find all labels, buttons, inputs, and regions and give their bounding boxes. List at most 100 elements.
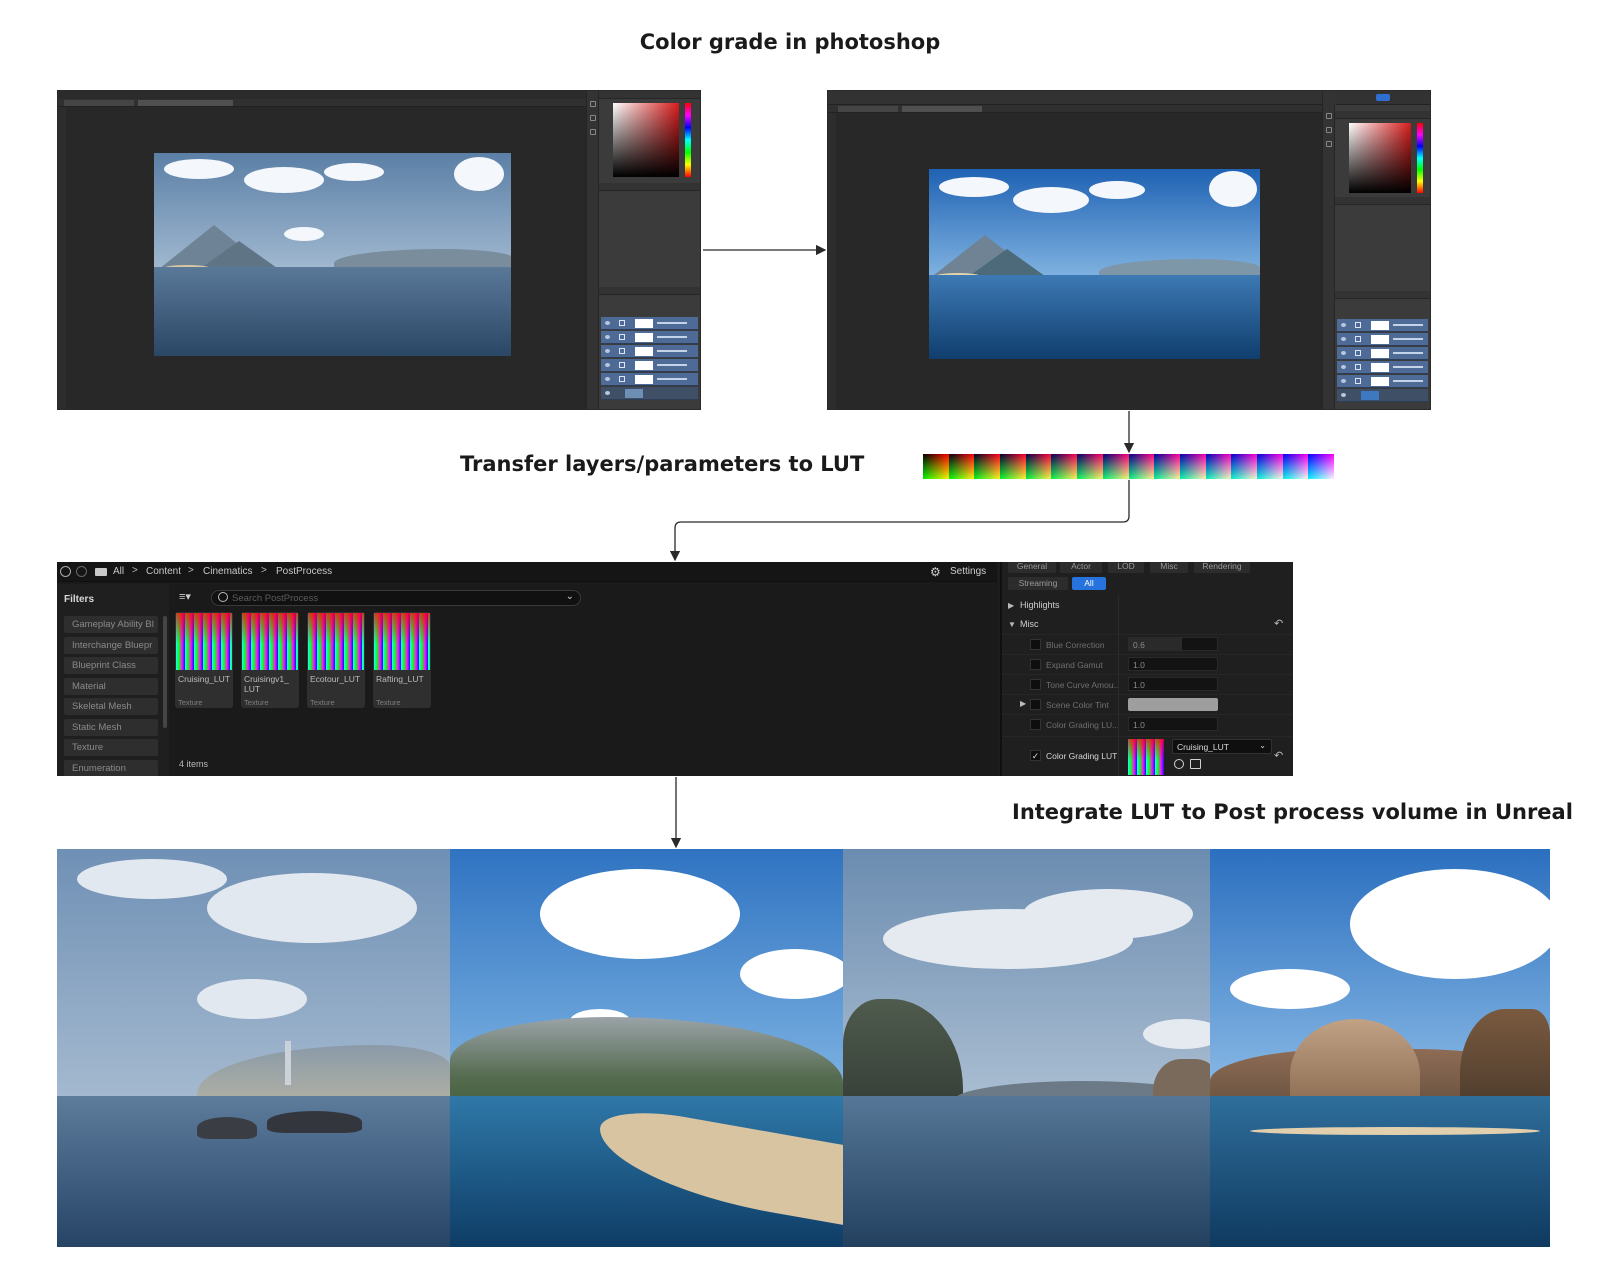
- color-panel-tabs[interactable]: [599, 91, 700, 99]
- back-icon[interactable]: [60, 566, 71, 577]
- document-tab[interactable]: [64, 100, 134, 106]
- section-misc[interactable]: ▼ Misc ↶: [1002, 615, 1293, 633]
- panel-icon[interactable]: [1326, 113, 1332, 119]
- document-tab-active[interactable]: [138, 100, 233, 106]
- share-button[interactable]: [1376, 94, 1390, 101]
- panel-icon[interactable]: [590, 101, 596, 107]
- browse-icon[interactable]: [1174, 759, 1184, 769]
- filter-icon[interactable]: ≡▾: [179, 590, 191, 603]
- eye-icon[interactable]: [605, 391, 610, 395]
- gear-icon[interactable]: ⚙: [930, 565, 941, 579]
- layer-row[interactable]: [1337, 347, 1428, 360]
- breadcrumb-content[interactable]: Content: [146, 566, 181, 577]
- layer-row-base[interactable]: [1337, 389, 1428, 402]
- color-picker-field[interactable]: [613, 103, 679, 177]
- filter-item[interactable]: Material: [64, 677, 158, 695]
- filter-item[interactable]: Gameplay Ability Bl: [64, 616, 158, 633]
- search-input[interactable]: [232, 592, 552, 605]
- layer-row[interactable]: [601, 317, 698, 330]
- hue-slider[interactable]: [1417, 123, 1423, 193]
- properties-panel-tabs[interactable]: [599, 183, 700, 191]
- property-checkbox[interactable]: [1030, 719, 1041, 730]
- expand-arrow-icon[interactable]: ▶: [1008, 601, 1014, 610]
- property-checkbox[interactable]: [1030, 699, 1041, 710]
- breadcrumb-postprocess[interactable]: PostProcess: [276, 566, 332, 577]
- filter-item[interactable]: Texture: [64, 739, 158, 756]
- category-tab[interactable]: Rendering: [1194, 562, 1250, 573]
- layer-row[interactable]: [601, 345, 698, 358]
- layer-row-base[interactable]: [601, 387, 698, 400]
- layer-row[interactable]: [601, 331, 698, 344]
- eye-icon[interactable]: [1341, 379, 1346, 383]
- category-tab[interactable]: LOD: [1108, 562, 1144, 573]
- color-picker-field[interactable]: [1349, 123, 1411, 193]
- color-panel-tabs[interactable]: [1335, 111, 1430, 119]
- filter-item[interactable]: Interchange Bluepr: [64, 636, 158, 654]
- eye-icon[interactable]: [1341, 337, 1346, 341]
- filter-item[interactable]: Skeletal Mesh: [64, 698, 158, 715]
- eye-icon[interactable]: [605, 363, 610, 367]
- breadcrumb-cinematics[interactable]: Cinematics: [203, 566, 252, 577]
- scene-color-tint-swatch[interactable]: [1128, 698, 1218, 711]
- filter-item[interactable]: Blueprint Class: [64, 657, 158, 674]
- property-value-field[interactable]: 1.0: [1128, 717, 1218, 731]
- eye-icon[interactable]: [605, 377, 610, 381]
- eye-icon[interactable]: [605, 335, 610, 339]
- properties-panel-tabs[interactable]: [1335, 197, 1430, 205]
- color-grading-lut-checkbox[interactable]: ✓: [1030, 750, 1041, 761]
- panel-icon[interactable]: [1326, 141, 1332, 147]
- breadcrumb-all[interactable]: All: [113, 566, 124, 577]
- reset-icon[interactable]: ↶: [1274, 617, 1283, 630]
- layers-panel-tabs[interactable]: [599, 287, 700, 295]
- panel-icon[interactable]: [1326, 127, 1332, 133]
- section-highlights[interactable]: ▶ Highlights: [1002, 596, 1293, 614]
- layers-panel-tabs[interactable]: [1335, 291, 1430, 299]
- property-checkbox[interactable]: [1030, 639, 1041, 650]
- layer-row[interactable]: [1337, 375, 1428, 388]
- layer-row[interactable]: [601, 359, 698, 372]
- eye-icon[interactable]: [1341, 351, 1346, 355]
- use-selected-icon[interactable]: [1190, 759, 1201, 769]
- hue-slider[interactable]: [685, 103, 691, 177]
- property-value-field[interactable]: 1.0: [1128, 657, 1218, 671]
- category-tab[interactable]: Actor: [1060, 562, 1102, 573]
- category-tab[interactable]: Misc: [1150, 562, 1188, 573]
- lut-asset-select[interactable]: Cruising_LUT ⌄: [1172, 739, 1272, 754]
- filter-item[interactable]: Enumeration: [64, 759, 158, 776]
- chevron-down-icon[interactable]: ⌄: [566, 591, 574, 602]
- panel-icon[interactable]: [590, 129, 596, 135]
- layer-row[interactable]: [1337, 319, 1428, 332]
- search-box[interactable]: ⌄: [211, 590, 581, 606]
- eye-icon[interactable]: [1341, 365, 1346, 369]
- layer-row[interactable]: [1337, 361, 1428, 374]
- document-tab[interactable]: [838, 106, 898, 112]
- collapse-arrow-icon[interactable]: ▼: [1008, 620, 1016, 629]
- folder-icon[interactable]: [95, 568, 107, 576]
- lut-asset-select-value: Cruising_LUT: [1177, 742, 1229, 752]
- category-tab[interactable]: Streaming: [1008, 577, 1068, 590]
- eye-icon[interactable]: [1341, 393, 1346, 397]
- asset-card[interactable]: Cruising_LUT Texture: [175, 612, 233, 708]
- filters-scrollbar[interactable]: [163, 616, 167, 728]
- property-value-field[interactable]: 0.6: [1128, 637, 1218, 651]
- document-tab-active[interactable]: [902, 106, 982, 112]
- reset-icon[interactable]: ↶: [1274, 749, 1283, 762]
- forward-icon[interactable]: [76, 566, 87, 577]
- filter-item[interactable]: Static Mesh: [64, 718, 158, 736]
- settings-button[interactable]: Settings: [950, 566, 986, 577]
- category-tab[interactable]: General: [1008, 562, 1056, 573]
- property-value-field[interactable]: 1.0: [1128, 677, 1218, 691]
- eye-icon[interactable]: [605, 321, 610, 325]
- property-checkbox[interactable]: [1030, 679, 1041, 690]
- eye-icon[interactable]: [1341, 323, 1346, 327]
- asset-card[interactable]: Ecotour_LUT Texture: [307, 612, 365, 708]
- panel-icon[interactable]: [590, 115, 596, 121]
- property-checkbox[interactable]: [1030, 659, 1041, 670]
- category-tab-active[interactable]: All: [1072, 577, 1106, 590]
- layer-row[interactable]: [1337, 333, 1428, 346]
- eye-icon[interactable]: [605, 349, 610, 353]
- layer-row[interactable]: [601, 373, 698, 386]
- asset-card[interactable]: Rafting_LUT Texture: [373, 612, 431, 708]
- asset-card[interactable]: Cruisingv1_ LUT Texture: [241, 612, 299, 708]
- expand-arrow-icon[interactable]: ▶: [1020, 699, 1026, 708]
